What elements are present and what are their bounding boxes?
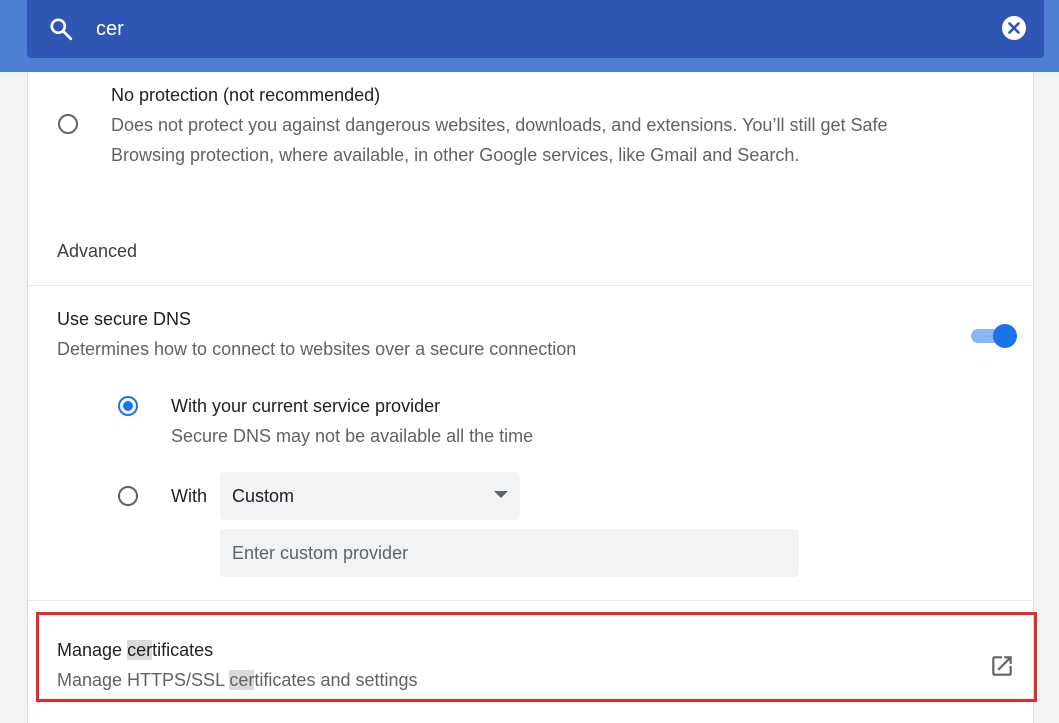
no-protection-title: No protection (not recommended): [111, 85, 381, 105]
provider-dropdown[interactable]: Custom: [220, 472, 520, 520]
chevron-down-icon: [494, 491, 508, 498]
no-protection-description-line2: Browsing protection, where available, in…: [111, 145, 800, 165]
custom-provider-radio[interactable]: [118, 486, 138, 506]
title-suffix: tificates: [152, 640, 214, 660]
description-suffix: tificates and settings: [254, 670, 418, 690]
provider-dropdown-value: Custom: [232, 486, 295, 506]
divider: [28, 600, 1032, 601]
divider: [28, 285, 1032, 286]
manage-certificates-title: Manage certificates: [57, 635, 213, 665]
title-prefix: Manage: [57, 640, 128, 660]
advanced-heading: Advanced: [57, 241, 138, 261]
no-protection-radio[interactable]: [58, 114, 78, 134]
secure-dns-title: Use secure DNS: [57, 309, 192, 329]
current-provider-radio[interactable]: [118, 396, 138, 416]
external-link-icon[interactable]: [989, 653, 1015, 679]
manage-certificates-description: Manage HTTPS/SSL certificates and settin…: [57, 665, 418, 695]
custom-provider-input[interactable]: [220, 529, 799, 577]
search-icon[interactable]: [48, 16, 74, 42]
current-provider-title: With your current service provider: [171, 396, 441, 416]
close-icon[interactable]: [1001, 15, 1027, 41]
toggle-knob: [993, 324, 1017, 348]
current-provider-description: Secure DNS may not be available all the …: [171, 426, 534, 446]
custom-provider-label: With: [171, 486, 207, 506]
search-box[interactable]: [27, 0, 1044, 58]
secure-dns-description: Determines how to connect to websites ov…: [57, 339, 577, 359]
no-protection-description-line1: Does not protect you against dangerous w…: [111, 115, 888, 135]
search-match-highlight: cer: [127, 640, 153, 660]
secure-dns-toggle[interactable]: [969, 322, 1017, 348]
search-input[interactable]: cer: [96, 16, 124, 42]
search-match-highlight: cer: [229, 670, 255, 690]
description-prefix: Manage HTTPS/SSL: [57, 670, 230, 690]
